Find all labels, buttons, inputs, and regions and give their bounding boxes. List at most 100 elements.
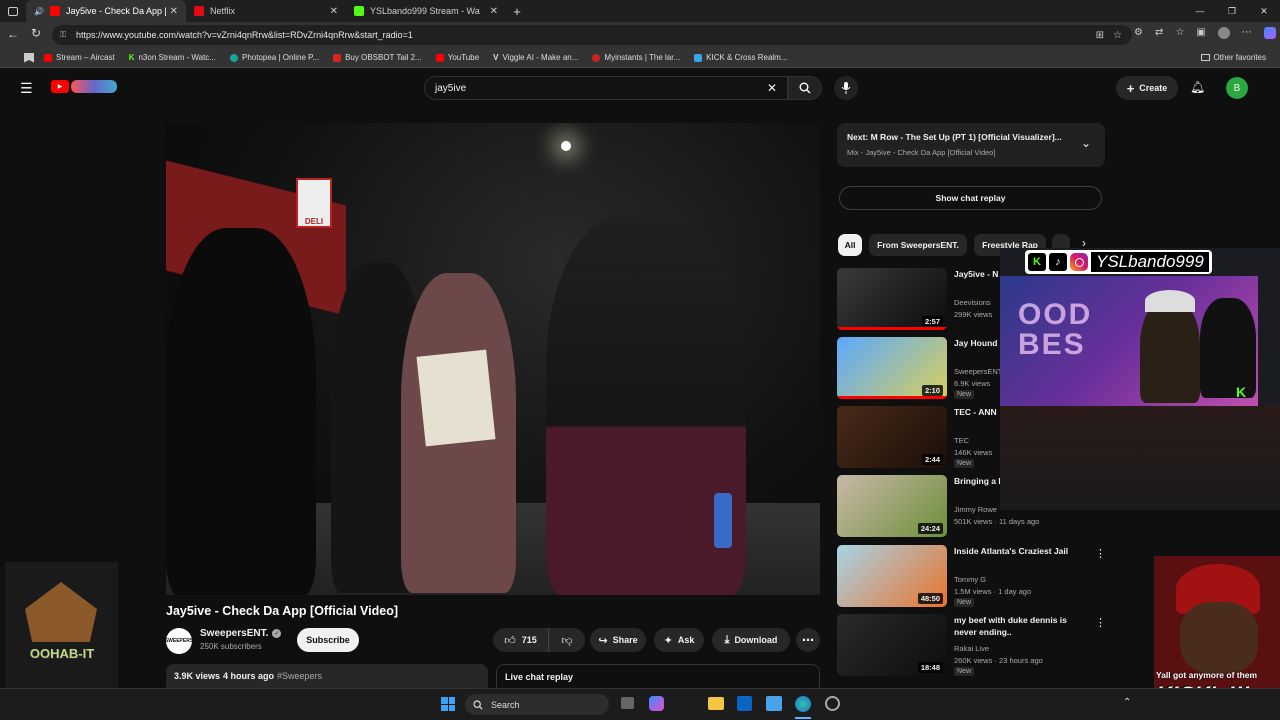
subscribe-button[interactable]: Subscribe bbox=[297, 628, 359, 652]
bookmark-viggle[interactable]: V Viggle AI - Make an... bbox=[493, 53, 578, 62]
channel-name[interactable]: Deevisions bbox=[954, 298, 991, 307]
bookmark-obsbot[interactable]: Buy OBSBOT Tail 2... bbox=[333, 53, 422, 62]
bookmark-aircast[interactable]: Stream – Aircast bbox=[44, 53, 115, 62]
bookmark-n3on[interactable]: Kn3on Stream - Watc... bbox=[129, 53, 216, 62]
share-arrow-icon: ↪ bbox=[598, 634, 608, 647]
system-tray-chevron-icon[interactable]: ⌃ bbox=[1123, 697, 1131, 708]
recommended-video[interactable]: 18:48 my beef with duke dennis is never e… bbox=[837, 614, 1106, 676]
youtube-logo[interactable]: ▶ bbox=[51, 80, 117, 93]
video-thumbnail[interactable]: 48:50 bbox=[837, 545, 947, 607]
bookmark-label: YouTube bbox=[447, 53, 480, 62]
bookmark-label: Buy OBSBOT Tail 2... bbox=[345, 53, 422, 62]
kick-logo-icon: K bbox=[1236, 384, 1247, 400]
collections-icon[interactable]: ▣ bbox=[1196, 27, 1205, 39]
close-tab-icon[interactable]: ✕ bbox=[330, 6, 338, 17]
new-tab-button[interactable]: + bbox=[506, 4, 528, 19]
soda-bottle bbox=[714, 493, 732, 548]
chip-from-channel[interactable]: From SweepersENT. bbox=[869, 234, 967, 256]
tab-kick-stream[interactable]: YSLbando999 Stream - Watch Liv ✕ bbox=[346, 0, 506, 22]
search-button[interactable] bbox=[788, 76, 822, 100]
account-avatar[interactable]: B bbox=[1226, 77, 1248, 99]
video-thumbnail[interactable]: 2:10 bbox=[837, 337, 947, 399]
video-title[interactable]: my beef with duke dennis is never ending… bbox=[954, 614, 1082, 638]
channel-name[interactable]: Jimmy Rowe bbox=[954, 505, 997, 514]
person-masked bbox=[166, 228, 316, 595]
channel-name[interactable]: TEC bbox=[954, 436, 969, 445]
channel-name[interactable]: Rakai Live bbox=[954, 644, 989, 653]
more-actions-button[interactable]: ⋯ bbox=[796, 628, 820, 652]
copilot-app-icon[interactable] bbox=[649, 696, 664, 711]
file-explorer-icon[interactable] bbox=[708, 697, 724, 710]
profile-avatar[interactable] bbox=[1217, 27, 1230, 39]
restore-icon[interactable]: ❐ bbox=[1216, 6, 1248, 17]
split-screen-icon[interactable]: ⇄ bbox=[1155, 27, 1163, 39]
recommended-video[interactable]: 48:50 Inside Atlanta's Craziest Jail Tommy… bbox=[837, 545, 1106, 607]
extensions-icon[interactable]: ⚙ bbox=[1134, 27, 1143, 39]
tab-actions-icon[interactable] bbox=[0, 0, 26, 22]
bookmark-kick-cross[interactable]: KICK & Cross Realm... bbox=[694, 53, 788, 62]
site-info-icon[interactable]: ⚿ bbox=[60, 30, 66, 40]
browser-tab-bar: 🔊 Jay5ive - Check Da App [Offi ✕ Netflix… bbox=[0, 0, 1280, 22]
channel-name[interactable]: SweepersENT bbox=[954, 367, 1002, 376]
create-button[interactable]: + Create bbox=[1116, 76, 1178, 100]
share-button[interactable]: ↪ Share bbox=[590, 628, 646, 652]
chevron-down-icon[interactable]: ⌄ bbox=[1081, 136, 1091, 150]
minimize-icon[interactable]: — bbox=[1184, 6, 1216, 16]
bookmark-photopea[interactable]: Photopea | Online P... bbox=[229, 53, 319, 62]
search-input[interactable]: jay5ive ✕ bbox=[424, 76, 788, 100]
notifications-bell-icon[interactable]: 🔔︎ bbox=[1190, 80, 1205, 94]
windows-start-icon[interactable] bbox=[441, 697, 455, 711]
close-tab-icon[interactable]: ✕ bbox=[490, 6, 498, 17]
video-thumbnail[interactable]: 24:24 bbox=[837, 475, 947, 537]
video-thumbnail[interactable]: 2:57 bbox=[837, 268, 947, 330]
like-button[interactable]: 👍︎ 715 bbox=[493, 628, 549, 652]
photos-icon[interactable] bbox=[766, 696, 782, 711]
outlook-icon[interactable] bbox=[737, 696, 752, 711]
copilot-icon[interactable] bbox=[1263, 27, 1276, 39]
voice-search-button[interactable] bbox=[834, 76, 858, 100]
back-icon[interactable]: ← bbox=[7, 27, 19, 41]
favorites-icon[interactable]: ☆ bbox=[1175, 27, 1184, 39]
channel-name[interactable]: Tommy G bbox=[954, 575, 986, 584]
favorites-bar-icon[interactable] bbox=[24, 52, 34, 63]
ask-button[interactable]: ✦ Ask bbox=[654, 628, 704, 652]
tab-youtube[interactable]: 🔊 Jay5ive - Check Da App [Offi ✕ bbox=[26, 0, 186, 22]
app-available-icon[interactable]: ⊞ bbox=[1096, 30, 1104, 41]
up-next-panel[interactable]: Next: M Row - The Set Up (PT 1) [Officia… bbox=[837, 123, 1105, 167]
taskbar-search[interactable]: Search bbox=[465, 694, 609, 715]
hashtag-link[interactable]: #Sweepers bbox=[277, 671, 322, 681]
close-window-icon[interactable]: ✕ bbox=[1248, 6, 1280, 17]
edge-browser-icon[interactable] bbox=[795, 696, 811, 712]
favorite-star-icon[interactable]: ☆ bbox=[1113, 30, 1122, 41]
url-field[interactable]: ⚿ https://www.youtube.com/watch?v=vZrni4… bbox=[52, 25, 1132, 45]
clear-search-icon[interactable]: ✕ bbox=[767, 81, 777, 95]
bookmark-youtube[interactable]: YouTube bbox=[435, 53, 480, 62]
task-view-icon[interactable] bbox=[621, 697, 634, 709]
channel-avatar[interactable]: SWEEPERS bbox=[165, 628, 193, 654]
video-meta: 6.9K views bbox=[954, 379, 991, 388]
video-title[interactable]: Inside Atlanta's Craziest Jail bbox=[954, 545, 1082, 557]
video-thumbnail[interactable]: 18:48 bbox=[837, 614, 947, 676]
channel-name[interactable]: SweepersENT. ✓ bbox=[200, 628, 282, 639]
video-thumbnail[interactable]: 2:44 bbox=[837, 406, 947, 468]
other-favorites[interactable]: Other favorites bbox=[1200, 53, 1266, 62]
create-label: Create bbox=[1139, 83, 1168, 93]
more-vertical-icon[interactable]: ⋮ bbox=[1095, 616, 1106, 629]
more-menu-icon[interactable]: ⋯ bbox=[1242, 27, 1252, 39]
download-icon: ⤓ bbox=[724, 633, 730, 646]
instagram-icon bbox=[1070, 253, 1088, 271]
subscriber-count: 250K subscribers bbox=[200, 642, 262, 651]
tab-netflix[interactable]: Netflix ✕ bbox=[186, 0, 346, 22]
obs-icon[interactable] bbox=[825, 696, 840, 711]
hamburger-menu-icon[interactable]: ☰ bbox=[20, 80, 33, 97]
download-button[interactable]: ⤓ Download bbox=[712, 628, 790, 652]
more-vertical-icon[interactable]: ⋮ bbox=[1095, 547, 1106, 560]
bookmark-myinstants[interactable]: Myinstants | The lar... bbox=[592, 53, 680, 62]
dislike-button[interactable]: 👎︎ bbox=[549, 628, 585, 652]
video-player[interactable]: DELI bbox=[166, 123, 820, 595]
video-meta: 146K views bbox=[954, 448, 993, 457]
chip-all[interactable]: All bbox=[838, 234, 862, 256]
show-chat-replay-button[interactable]: Show chat replay bbox=[839, 186, 1102, 210]
refresh-icon[interactable]: ↻ bbox=[31, 26, 41, 40]
close-tab-icon[interactable]: ✕ bbox=[170, 6, 178, 17]
